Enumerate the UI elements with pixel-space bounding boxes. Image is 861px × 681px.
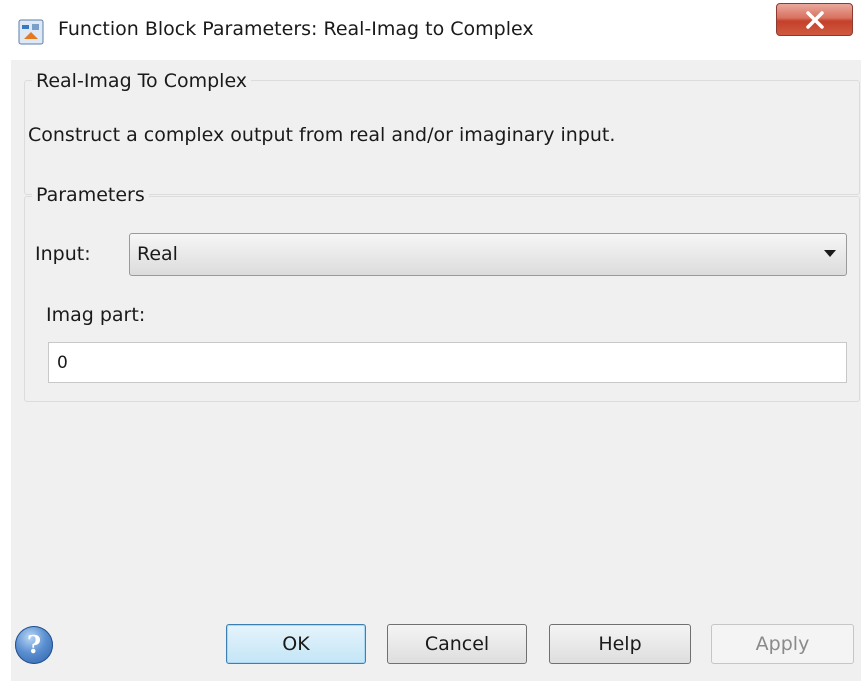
title-bar[interactable]: Function Block Parameters: Real-Imag to … <box>0 0 861 60</box>
input-label: Input: <box>35 243 91 265</box>
input-select-value: Real <box>137 243 178 265</box>
apply-button[interactable]: Apply <box>711 624 854 664</box>
parameters-group-title: Parameters <box>32 184 149 206</box>
window-title: Function Block Parameters: Real-Imag to … <box>58 18 534 40</box>
input-select[interactable]: Real <box>129 233 847 276</box>
dialog-client-area: Real-Imag To Complex Construct a complex… <box>11 60 861 681</box>
chevron-down-icon[interactable] <box>824 250 836 257</box>
ok-button[interactable]: OK <box>226 624 366 664</box>
simulink-block-icon <box>18 19 44 45</box>
imag-part-field[interactable] <box>48 342 847 383</box>
close-icon <box>806 11 824 29</box>
dialog-window: Function Block Parameters: Real-Imag to … <box>0 0 861 681</box>
close-button[interactable] <box>776 3 853 36</box>
help-button[interactable]: Help <box>549 624 691 664</box>
block-description: Construct a complex output from real and… <box>28 124 616 146</box>
description-group-title: Real-Imag To Complex <box>32 70 252 92</box>
cancel-button[interactable]: Cancel <box>387 624 527 664</box>
help-icon[interactable]: ? <box>15 626 53 664</box>
imag-part-label: Imag part: <box>46 304 146 326</box>
